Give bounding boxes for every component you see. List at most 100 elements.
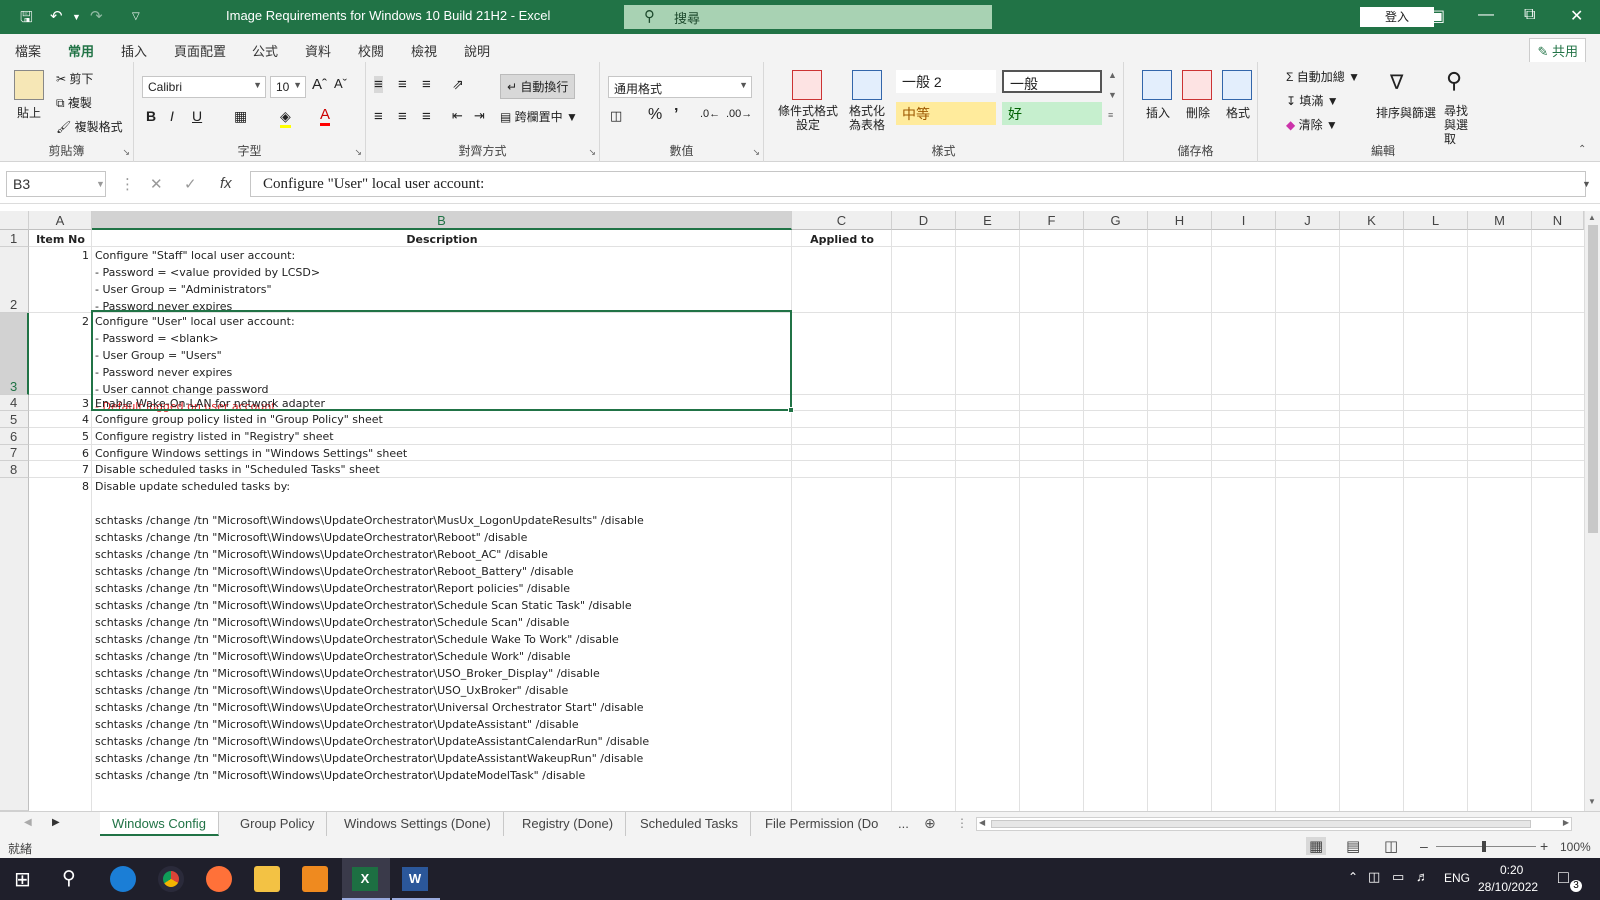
increase-font-icon[interactable]: Aˆ (312, 76, 327, 93)
decrease-decimal-icon[interactable]: .00→ (726, 108, 752, 120)
language-indicator[interactable]: ENG (1444, 871, 1470, 885)
vertical-scrollbar[interactable]: ▲ ▼ (1584, 211, 1600, 811)
description-cell[interactable]: Configure "Staff" local user account: - P… (95, 247, 790, 315)
style-good[interactable]: 好 (1002, 102, 1102, 125)
save-icon[interactable]: 🖫 (20, 7, 33, 32)
find-select-icon[interactable]: ⚲ (1446, 68, 1462, 94)
comma-style-icon[interactable]: ’ (674, 106, 678, 124)
page-layout-view-icon[interactable]: ▤ (1346, 837, 1360, 855)
sheet-tab-scheduled-tasks[interactable]: Scheduled Tasks (628, 812, 752, 836)
tab-help[interactable]: 說明 (464, 41, 490, 60)
description-cell[interactable]: Configure Windows settings in "Windows S… (95, 445, 790, 462)
insert-cells-icon[interactable] (1142, 70, 1172, 100)
zoom-out-icon[interactable]: – (1420, 838, 1428, 854)
column-header-m[interactable]: M (1468, 211, 1532, 230)
word-taskbar-button[interactable]: W (392, 858, 440, 900)
description-cell[interactable]: Configure registry listed in "Registry" … (95, 428, 790, 445)
tab-insert[interactable]: 插入 (121, 41, 147, 60)
zoom-level[interactable]: 100% (1560, 840, 1591, 854)
tab-page-layout[interactable]: 頁面配置 (174, 41, 226, 60)
column-header-j[interactable]: J (1276, 211, 1340, 230)
expand-formula-bar-icon[interactable]: ▼ (1582, 179, 1591, 189)
cut-button[interactable]: ✂ 剪下 (56, 70, 93, 87)
more-sheets-button[interactable]: ... (898, 816, 909, 831)
borders-icon[interactable]: ▦ (234, 108, 247, 125)
sheet-tab-group-policy[interactable]: Group Policy (228, 812, 328, 836)
underline-button[interactable]: U (192, 108, 202, 124)
paste-icon[interactable] (14, 70, 44, 100)
dialog-launcher-icon[interactable]: ↘ (354, 147, 362, 158)
description-cell[interactable]: Disable update scheduled tasks by: schtas… (95, 478, 790, 784)
wrap-text-button[interactable]: ↵ 自動換行 (500, 74, 576, 99)
item-no-cell[interactable]: 1 (29, 247, 89, 264)
format-cells-button[interactable]: 格式 (1226, 104, 1250, 121)
undo-dropdown-icon[interactable]: ▼ (72, 12, 81, 22)
row-header-2[interactable]: 2 (0, 247, 29, 313)
column-header-d[interactable]: D (892, 211, 956, 230)
insert-cells-button[interactable]: 插入 (1146, 104, 1170, 121)
cancel-entry-icon[interactable]: ✕ (150, 175, 163, 193)
fill-color-icon[interactable]: ◈ (280, 108, 291, 128)
find-select-button[interactable]: 尋找與選取 (1444, 104, 1478, 146)
scroll-down-icon[interactable]: ▼ (1588, 797, 1596, 806)
bold-button[interactable]: B (146, 108, 156, 124)
column-header-g[interactable]: G (1084, 211, 1148, 230)
ribbon-display-options-icon[interactable]: ▣ (1430, 6, 1445, 26)
column-header-c[interactable]: C (792, 211, 892, 230)
row-header-6[interactable]: 6 (0, 428, 29, 445)
clock-date[interactable]: 28/10/2022 (1478, 880, 1538, 894)
clock-time[interactable]: 0:20 (1500, 863, 1523, 877)
windows-start-icon[interactable]: ⊞ (14, 867, 31, 892)
horizontal-scrollbar[interactable]: ◀ ▶ (976, 817, 1572, 831)
restore-icon[interactable]: ⧉ (1524, 6, 1535, 24)
formula-input[interactable]: Configure "User" local user account: (250, 171, 1586, 197)
delete-cells-icon[interactable] (1182, 70, 1212, 100)
tray-chevron-icon[interactable]: ⌃ (1348, 870, 1358, 884)
description-cell[interactable]: Disable scheduled tasks in "Scheduled Ta… (95, 461, 790, 478)
styles-scroll-down-icon[interactable]: ▼ (1108, 90, 1117, 100)
row-header-8[interactable]: 8 (0, 461, 29, 478)
page-break-view-icon[interactable]: ◫ (1384, 837, 1398, 855)
next-sheet-icon[interactable]: ▶ (52, 817, 60, 828)
column-header-i[interactable]: I (1212, 211, 1276, 230)
zoom-in-icon[interactable]: + (1540, 838, 1548, 854)
item-no-cell[interactable]: 5 (29, 428, 89, 445)
column-header-a[interactable]: A (29, 211, 92, 230)
column-header-e[interactable]: E (956, 211, 1020, 230)
header-applied-to[interactable]: Applied to (792, 231, 892, 248)
excel-taskbar-button[interactable]: X (342, 858, 390, 900)
zoom-thumb[interactable] (1482, 841, 1486, 852)
style-neutral[interactable]: 中等 (896, 102, 996, 125)
volume-icon[interactable]: ♬ (1416, 869, 1429, 884)
column-header-b[interactable]: B (92, 211, 792, 230)
scroll-right-icon[interactable]: ▶ (1563, 818, 1569, 827)
item-no-cell[interactable]: 8 (29, 478, 89, 495)
column-header-k[interactable]: K (1340, 211, 1404, 230)
sign-in-button[interactable]: 登入 (1360, 7, 1434, 27)
decrease-indent-icon[interactable]: ⇤ (452, 108, 463, 124)
format-as-table-button[interactable]: 格式化為表格 (844, 104, 890, 132)
dialog-launcher-icon[interactable]: ↘ (752, 147, 760, 158)
align-middle-icon[interactable]: ≡ (398, 76, 407, 93)
row-header-9[interactable] (0, 478, 29, 811)
scroll-thumb[interactable] (1588, 225, 1598, 533)
collapse-ribbon-icon[interactable]: ⌃ (1578, 144, 1586, 155)
style-normal[interactable]: 一般 (1002, 70, 1102, 93)
row-header-7[interactable]: 7 (0, 445, 29, 461)
search-icon[interactable]: ⚲ (62, 867, 76, 890)
tray-device-icon[interactable]: ◫ (1368, 869, 1380, 885)
format-painter-button[interactable]: 🖌 複製格式 (56, 118, 123, 135)
confirm-entry-icon[interactable]: ✓ (184, 175, 197, 193)
tab-file[interactable]: 檔案 (15, 41, 41, 60)
tab-data[interactable]: 資料 (305, 41, 331, 60)
clear-button[interactable]: ◆ 清除 ▼ (1286, 116, 1338, 133)
delete-cells-button[interactable]: 刪除 (1186, 104, 1210, 121)
tab-view[interactable]: 檢視 (411, 41, 437, 60)
align-top-icon[interactable]: ≡ (374, 76, 383, 93)
scroll-up-icon[interactable]: ▲ (1588, 213, 1596, 222)
font-color-icon[interactable]: A (320, 106, 331, 126)
percent-icon[interactable]: % (648, 106, 662, 124)
format-cells-icon[interactable] (1222, 70, 1252, 100)
italic-button[interactable]: I (170, 108, 174, 124)
paste-button[interactable]: 貼上 (17, 104, 41, 121)
